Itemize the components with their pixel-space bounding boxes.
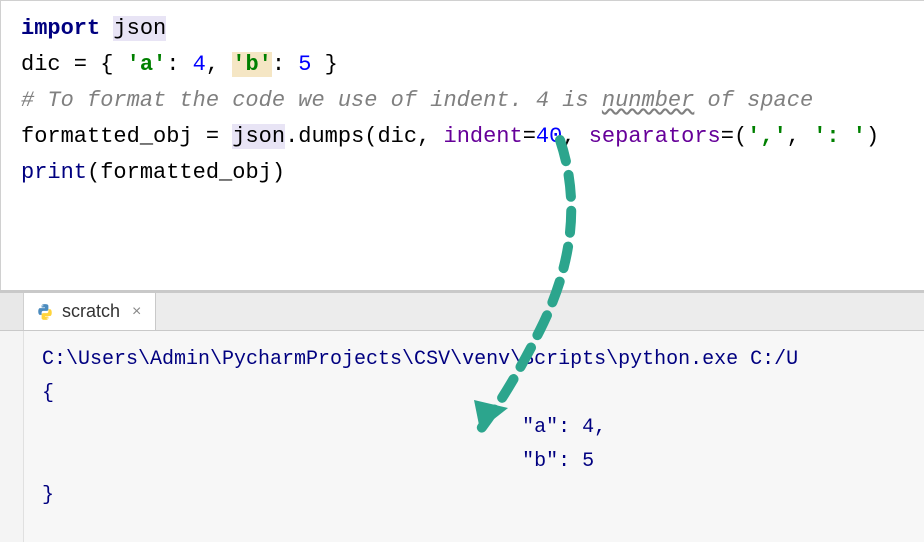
code-line-4: formatted_obj = json.dumps(dic, indent=4… (21, 119, 904, 155)
python-icon (36, 303, 54, 321)
tab-label: scratch (62, 301, 120, 322)
spelling-warning: nunmber (602, 88, 694, 113)
tab-bar: scratch × (0, 293, 924, 331)
output-path: C:\Users\Admin\PycharmProjects\CSV\venv\… (42, 348, 798, 371)
module-json: json (113, 16, 166, 41)
code-line-3: # To format the code we use of indent. 4… (21, 83, 904, 119)
output-line-a: "a": 4, (42, 416, 606, 439)
output-brace-open: { (42, 382, 54, 405)
run-tab-scratch[interactable]: scratch × (24, 293, 156, 330)
output-body: C:\Users\Admin\PycharmProjects\CSV\venv\… (0, 331, 924, 542)
code-line-5: print(formatted_obj) (21, 155, 904, 191)
keyword-import: import (21, 16, 100, 41)
code-editor[interactable]: import json dic = { 'a': 4, 'b': 5 } # T… (0, 0, 924, 290)
close-icon[interactable]: × (128, 303, 145, 321)
code-line-2: dic = { 'a': 4, 'b': 5 } (21, 47, 904, 83)
output-brace-close: } (42, 484, 54, 507)
output-gutter (0, 331, 24, 542)
output-panel: scratch × C:\Users\Admin\PycharmProjects… (0, 290, 924, 542)
output-line-b: "b": 5 (42, 450, 594, 473)
code-line-1: import json (21, 11, 904, 47)
tab-gutter (0, 293, 24, 330)
console-output[interactable]: C:\Users\Admin\PycharmProjects\CSV\venv\… (24, 331, 924, 542)
